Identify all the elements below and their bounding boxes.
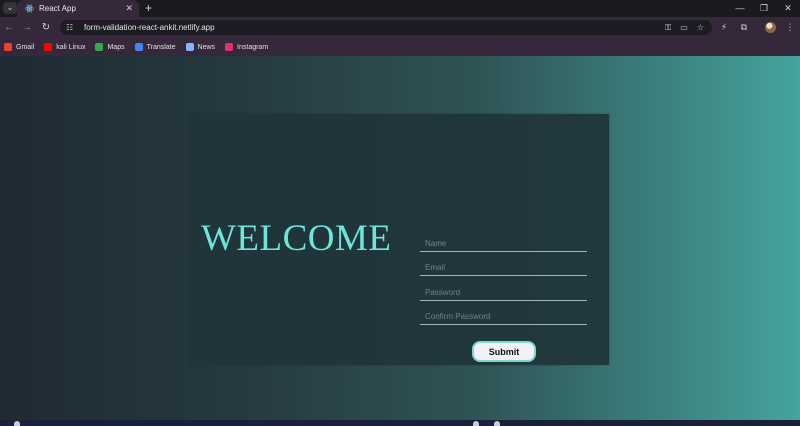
close-window-button[interactable]: ✕ [776,0,800,17]
taskbar-app-icon[interactable] [494,421,500,426]
site-info-icon[interactable]: ☷ [66,23,76,32]
key-icon[interactable]: ⚿ [665,22,671,33]
new-tab-button[interactable]: + [145,0,152,16]
bookmark-gmail[interactable]: Gmail [4,43,34,51]
reload-button[interactable]: ↻ [37,17,55,38]
extensions-icon[interactable]: ⧉ [736,17,752,38]
menu-kebab-icon[interactable]: ⋮ [782,17,798,38]
gmail-icon [4,43,12,51]
omnibox-actions: ⚿ ▭ ☆ [665,22,704,33]
tab-strip: ⌄ React App ✕ + — ❐ ✕ [0,0,800,17]
react-icon [25,4,34,13]
instagram-icon [225,43,234,51]
tab-close-icon[interactable]: ✕ [125,3,133,14]
address-bar[interactable]: ☷ form-validation-react-ankit.netlify.ap… [60,20,712,35]
signup-card: WELCOME Submit [190,114,609,365]
bookmark-news[interactable]: News [185,43,215,51]
forward-button[interactable]: → [18,17,36,38]
bookmarks-bar: Gmail kali Linux Maps Translate News Ins… [0,38,800,56]
bookmark-translate[interactable]: Translate [134,43,176,51]
bookmark-star-icon[interactable]: ☆ [697,22,704,33]
tab-search-icon[interactable]: ⌄ [3,2,17,14]
bookmark-kali-linux[interactable]: kali Linux [44,43,85,51]
bookmark-maps[interactable]: Maps [95,43,125,51]
news-icon [185,43,194,51]
welcome-heading: WELCOME [201,218,392,259]
name-input[interactable] [420,236,587,252]
tab-title: React App [39,4,76,13]
minimize-button[interactable]: — [728,0,752,17]
taskbar [0,420,800,426]
taskbar-app-icon[interactable] [14,421,20,426]
submit-button[interactable]: Submit [472,341,536,362]
youtube-icon [44,43,53,51]
install-app-icon[interactable]: ▭ [680,22,688,33]
back-button[interactable]: ← [0,17,18,38]
bookmark-instagram[interactable]: Instagram [225,43,268,51]
restore-button[interactable]: ❐ [752,0,776,17]
password-input[interactable] [420,285,587,301]
page-viewport: WELCOME Submit [0,56,800,420]
taskbar-app-icon[interactable] [473,421,479,426]
email-input[interactable] [420,260,587,276]
tab-react-app[interactable]: React App ✕ [17,0,139,17]
confirm-password-input[interactable] [420,309,587,325]
maps-icon [95,43,104,51]
profile-avatar[interactable] [765,22,776,33]
url-text: form-validation-react-ankit.netlify.app [84,23,215,32]
translate-icon [134,43,143,51]
performance-icon[interactable]: ⚡ [716,17,732,38]
